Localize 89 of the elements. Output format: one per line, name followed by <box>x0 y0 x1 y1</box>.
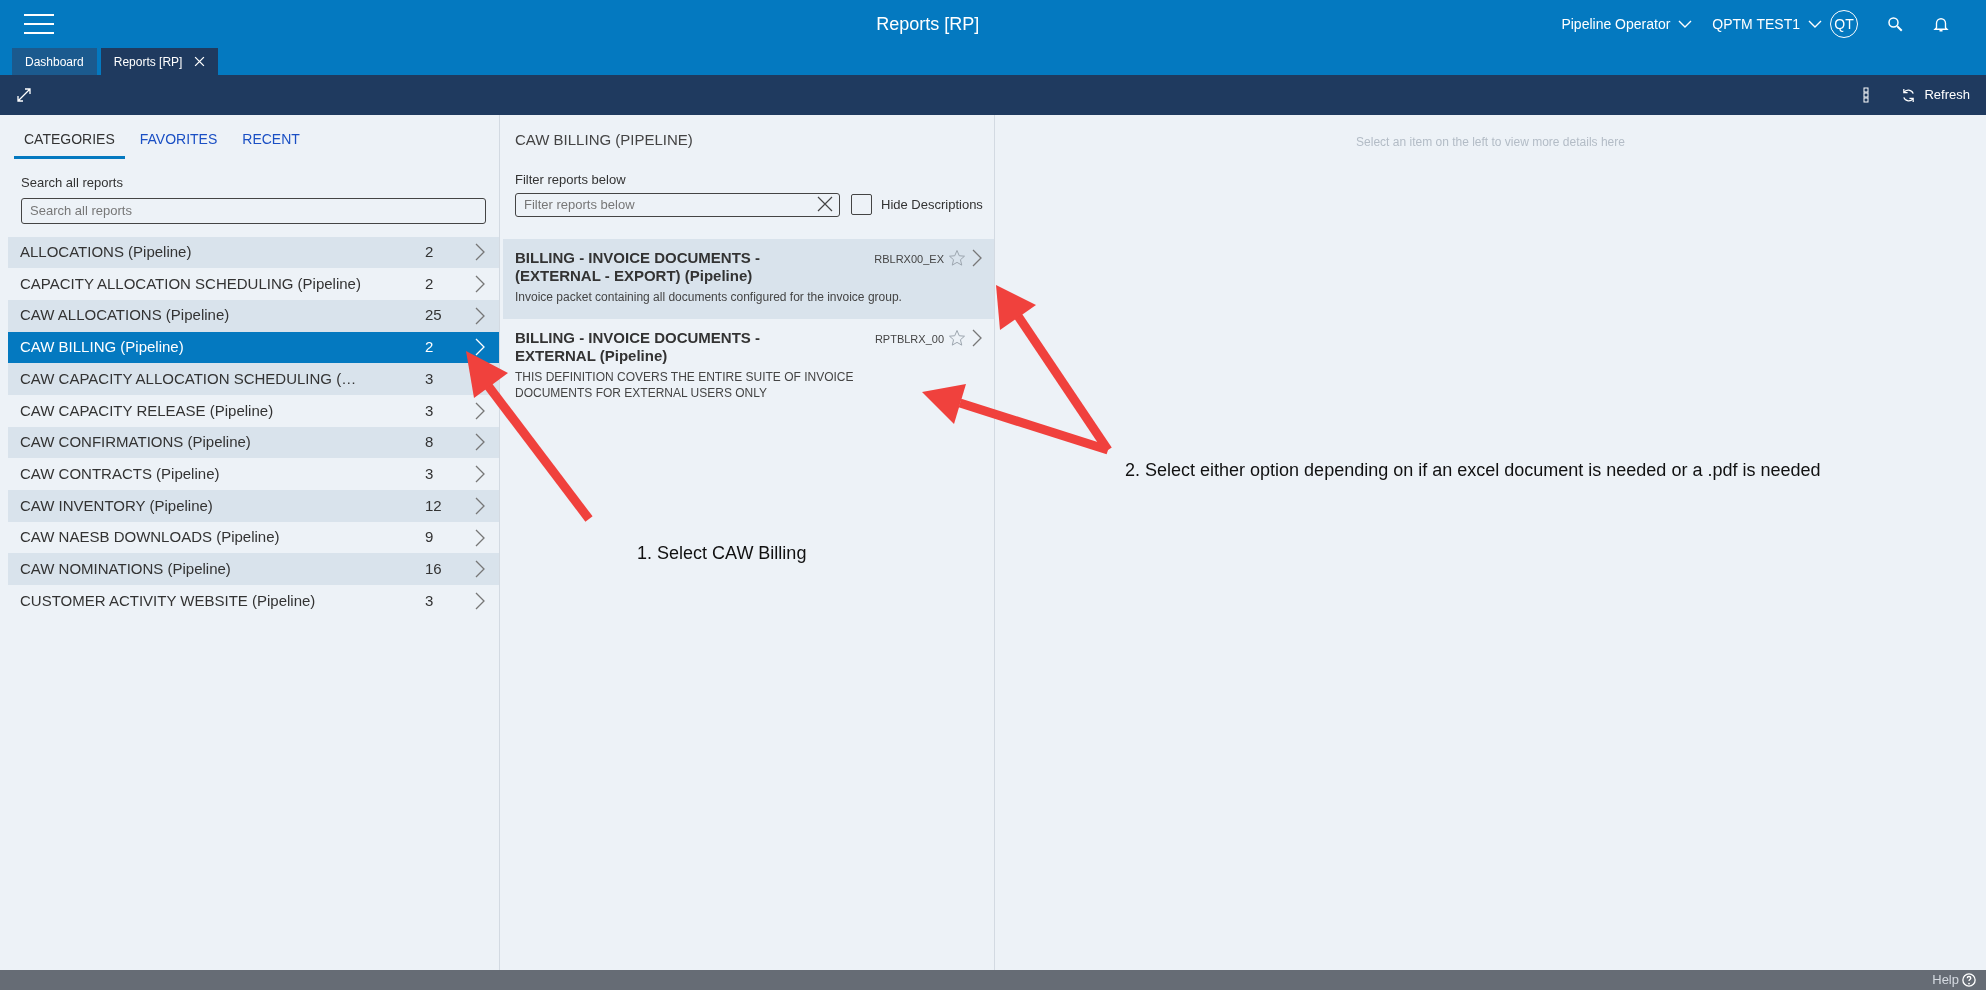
chevron-right-icon <box>475 560 485 579</box>
chevron-right-icon <box>475 306 485 325</box>
hide-descriptions-checkbox[interactable] <box>851 193 872 215</box>
report-description: Invoice packet containing all documents configured for the invoice group. <box>515 288 903 305</box>
chevron-right-icon <box>972 328 982 347</box>
chevron-right-icon <box>475 401 485 420</box>
category-title: CAW BILLING (PIPELINE) <box>515 130 694 150</box>
category-row[interactable]: CAW CAPACITY ALLOCATION SCHEDULING (… 3 <box>8 363 499 395</box>
filter-field[interactable]: Filter reports below <box>515 192 840 217</box>
page-tab[interactable]: Dashboard <box>12 48 97 75</box>
search-label: Search all reports <box>21 174 124 192</box>
category-tab[interactable]: RECENT <box>232 123 310 159</box>
chevron-right-icon <box>475 528 485 547</box>
category-name: CUSTOMER ACTIVITY WEBSITE (Pipeline) <box>20 590 317 611</box>
clear-icon[interactable] <box>817 196 833 212</box>
chevron-down-icon <box>1678 20 1693 28</box>
user-dropdown[interactable]: QPTM TEST1 <box>1712 13 1822 35</box>
chevron-right-icon <box>475 243 485 262</box>
chevron-right-icon <box>475 338 485 357</box>
expand-icon[interactable] <box>16 87 32 103</box>
report-count: 9 <box>425 527 435 548</box>
star-icon[interactable] <box>948 328 966 347</box>
menu-button[interactable] <box>24 12 54 36</box>
report-count: 16 <box>425 558 443 579</box>
category-name: CAW NOMINATIONS (Pipeline) <box>20 558 232 579</box>
report-count: 3 <box>425 400 435 421</box>
category-row[interactable]: CAW ALLOCATIONS (Pipeline) 25 <box>8 299 499 332</box>
category-row[interactable]: CUSTOMER ACTIVITY WEBSITE (Pipeline) 3 <box>8 585 499 617</box>
category-row[interactable]: ALLOCATIONS (Pipeline) 2 <box>8 236 499 269</box>
category-row[interactable]: CAW NOMINATIONS (Pipeline) 16 <box>8 553 499 586</box>
category-tab[interactable]: CATEGORIES <box>14 123 125 159</box>
report-count: 2 <box>425 273 435 294</box>
chevron-right-icon <box>475 465 485 484</box>
chevron-right-icon <box>972 248 982 267</box>
chevron-down-icon <box>1808 20 1822 28</box>
category-name: ALLOCATIONS (Pipeline) <box>20 242 193 263</box>
page-title: Reports [RP] <box>876 12 980 36</box>
report-title: BILLING - INVOICE DOCUMENTS - EXTERNAL (Pipeline) <box>515 328 761 365</box>
refresh-icon <box>1901 87 1917 103</box>
report-code: RPTBLRX_00 <box>874 331 944 347</box>
chevron-right-icon <box>475 275 485 294</box>
category-name: CAW INVENTORY (Pipeline) <box>20 495 214 516</box>
report-item[interactable]: BILLING - INVOICE DOCUMENTS - EXTERNAL (Pipeline) RPTBLRX_00 THIS DEFINITION COVERS THE ENTIRE SUITE OF INVOICE DOCUMENTS FOR EXTERNAL USERS ONLY <box>503 318 994 415</box>
filter-label: Filter reports below <box>515 170 627 189</box>
role-dropdown[interactable]: Pipeline Operator <box>1561 13 1693 35</box>
category-name: CAW ALLOCATIONS (Pipeline) <box>20 305 231 326</box>
chevron-right-icon <box>475 496 485 515</box>
hide-descriptions-label: Hide Descriptions <box>881 195 983 214</box>
empty-details-hint: Select an item on the left to view more details here <box>1356 134 1625 149</box>
category-name: CAW BILLING (Pipeline) <box>20 337 185 358</box>
category-row[interactable]: CAW CAPACITY RELEASE (Pipeline) 3 <box>8 394 499 427</box>
search-icon[interactable] <box>1886 15 1904 33</box>
annotation-text: 1. Select CAW Billing <box>637 542 807 565</box>
report-count: 25 <box>425 305 443 326</box>
category-row[interactable]: CAW BILLING (Pipeline) 2 <box>8 331 499 364</box>
report-count: 3 <box>425 463 435 484</box>
help-button[interactable]: Help <box>1932 970 1976 990</box>
report-code: RBLRX00_EX <box>874 251 944 267</box>
report-count: 2 <box>425 337 435 358</box>
report-count: 12 <box>425 495 443 516</box>
category-row[interactable]: CAW NAESB DOWNLOADS (Pipeline) 9 <box>8 521 499 554</box>
category-name: CAW CONFIRMATIONS (Pipeline) <box>20 432 252 453</box>
chevron-right-icon <box>475 433 485 452</box>
category-row[interactable]: CAPACITY ALLOCATION SCHEDULING (Pipeline) 2 <box>8 268 499 300</box>
report-description: THIS DEFINITION COVERS THE ENTIRE SUITE OF INVOICE DOCUMENTS FOR EXTERNAL USERS ONLY <box>515 368 855 401</box>
category-name: CAW CAPACITY ALLOCATION SCHEDULING (… <box>20 368 358 389</box>
report-count: 3 <box>425 368 435 389</box>
refresh-button[interactable]: Refresh <box>1901 85 1970 105</box>
report-count: 3 <box>425 590 435 611</box>
close-icon[interactable] <box>194 56 206 67</box>
category-row[interactable]: CAW INVENTORY (Pipeline) 12 <box>8 490 499 522</box>
report-title: BILLING - INVOICE DOCUMENTS - (EXTERNAL - EXPORT) (Pipeline) <box>515 248 761 285</box>
report-count: 2 <box>425 242 435 263</box>
report-count: 8 <box>425 432 435 453</box>
column-settings-icon[interactable] <box>1863 87 1870 103</box>
report-item[interactable]: BILLING - INVOICE DOCUMENTS - (EXTERNAL - EXPORT) (Pipeline) RBLRX00_EX Invoice packet containing all documents configured for the invoice group. <box>503 238 994 319</box>
star-icon[interactable] <box>948 248 966 267</box>
page-tab[interactable]: Reports [RP] <box>100 48 219 75</box>
category-tab[interactable]: FAVORITES <box>129 123 228 159</box>
chevron-right-icon <box>475 591 485 610</box>
category-name: CAW CAPACITY RELEASE (Pipeline) <box>20 400 275 421</box>
help-icon <box>1962 973 1976 987</box>
category-row[interactable]: CAW CONFIRMATIONS (Pipeline) 8 <box>8 426 499 459</box>
search-field[interactable]: Search all reports <box>21 197 486 224</box>
category-row[interactable]: CAW CONTRACTS (Pipeline) 3 <box>8 458 499 490</box>
category-name: CAW NAESB DOWNLOADS (Pipeline) <box>20 527 281 548</box>
annotation-text: 2. Select either option depending on if an excel document is needed or a .pdf is needed <box>1125 459 1821 482</box>
category-name: CAW CONTRACTS (Pipeline) <box>20 463 221 484</box>
category-name: CAPACITY ALLOCATION SCHEDULING (Pipeline) <box>20 273 362 294</box>
